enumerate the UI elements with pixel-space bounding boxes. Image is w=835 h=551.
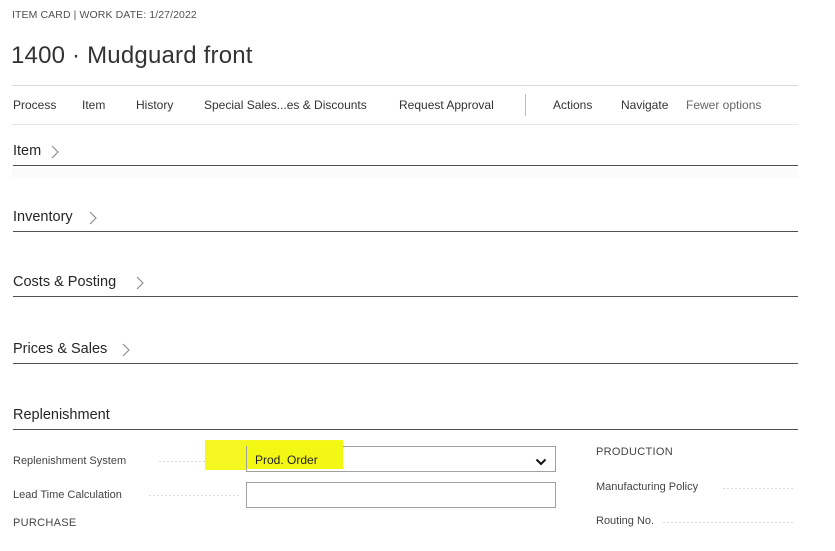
section-item-title: Item [13,143,42,159]
section-underline [13,429,798,430]
section-item[interactable]: Item [13,138,798,166]
section-spacer [12,168,798,178]
manufacturing-policy-label: Manufacturing Policy [596,481,699,493]
production-group-heading: PRODUCTION [596,446,673,458]
section-costs-posting[interactable]: Costs & Posting [13,269,798,297]
replenishment-system-select[interactable]: Prod. Order [246,441,556,472]
field-leader-dots [662,522,794,523]
breadcrumb: ITEM CARD | WORK DATE: 1/27/2022 [12,9,197,21]
section-costs-posting-title: Costs & Posting [13,274,117,290]
chevron-down-icon [535,454,547,466]
action-process[interactable]: Process [13,98,56,112]
section-inventory[interactable]: Inventory [13,204,798,232]
purchase-group-heading: PURCHASE [13,517,77,529]
lead-time-input[interactable] [246,482,556,508]
section-inventory-title: Inventory [13,209,73,225]
action-separator [525,94,526,116]
action-special-sales[interactable]: Special Sales...es & Discounts [204,98,367,112]
field-leader-dots [722,488,794,489]
action-history[interactable]: History [136,98,173,112]
section-underline [13,296,798,297]
chevron-right-icon [89,211,101,225]
section-replenishment[interactable]: Replenishment [13,402,798,430]
section-prices-sales-title: Prices & Sales [13,341,108,357]
routing-no-label: Routing No. [596,515,655,527]
section-underline [13,231,798,232]
section-prices-sales[interactable]: Prices & Sales [13,336,798,364]
page-title: 1400 · Mudguard front [11,42,253,69]
action-bar-divider [12,124,798,125]
action-bar: Process Item History Special Sales...es … [0,86,835,124]
chevron-right-icon [122,343,134,357]
field-leader-dots [148,495,240,496]
chevron-right-icon [136,276,148,290]
replenishment-system-value: Prod. Order [255,453,318,467]
action-fewer-options[interactable]: Fewer options [686,98,761,112]
lead-time-label: Lead Time Calculation [13,489,122,501]
replenishment-system-label: Replenishment System [13,455,127,467]
chevron-right-icon [51,145,63,159]
action-navigate[interactable]: Navigate [621,98,668,112]
action-item[interactable]: Item [82,98,105,112]
section-replenishment-title: Replenishment [13,407,110,423]
action-request-approval[interactable]: Request Approval [399,98,494,112]
section-underline [13,165,798,166]
section-underline [13,363,798,364]
action-actions[interactable]: Actions [553,98,592,112]
